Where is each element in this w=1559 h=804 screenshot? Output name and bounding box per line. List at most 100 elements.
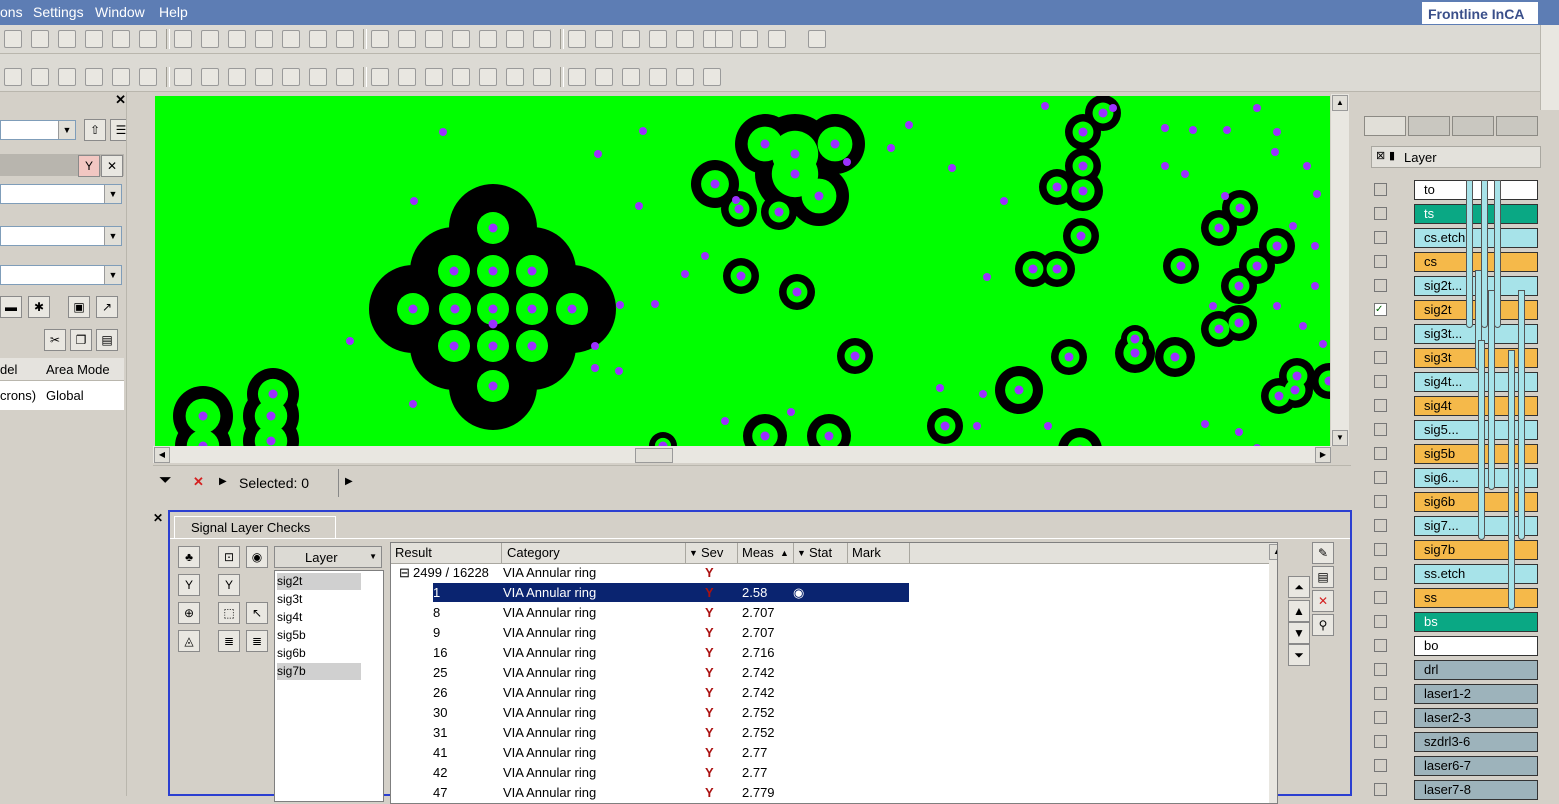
toolbar-tool-icon[interactable] — [112, 68, 130, 86]
toolbar-tool-icon[interactable] — [336, 30, 354, 48]
toolbar-tool-icon[interactable] — [479, 68, 497, 86]
pointer-icon[interactable]: ↖ — [246, 602, 268, 624]
tab-layers[interactable] — [1364, 116, 1406, 136]
layer-visibility-checkbox[interactable] — [1374, 687, 1387, 700]
canvas-hscrollbar[interactable]: ◀ ▶ — [153, 446, 1331, 463]
toolbar-tool-icon[interactable] — [282, 68, 300, 86]
layer-visibility-checkbox[interactable] — [1374, 279, 1387, 292]
filter-tool-icon[interactable]: Y — [178, 574, 200, 596]
toolbar-tool-icon[interactable] — [371, 30, 389, 48]
toolbar-tool-icon[interactable] — [31, 68, 49, 86]
table-row[interactable]: 16 VIA Annular ring Y 2.716 — [391, 643, 1277, 663]
menu-settings[interactable]: Settings — [33, 4, 84, 20]
table-row[interactable]: 42 VIA Annular ring Y 2.77 — [391, 763, 1277, 783]
toolbar-tool-icon[interactable] — [255, 30, 273, 48]
table-row[interactable]: 1 VIA Annular ring Y 2.58 ◉ — [391, 583, 1277, 603]
layer-visibility-checkbox[interactable] — [1374, 591, 1387, 604]
layer-visibility-checkbox[interactable] — [1374, 327, 1387, 340]
toolbar-tool-icon[interactable] — [479, 30, 497, 48]
paste-icon[interactable]: ▤ — [96, 329, 118, 351]
layer-visibility-checkbox[interactable] — [1374, 423, 1387, 436]
shapes-icon[interactable]: ◬ — [178, 630, 200, 652]
scroll-right-icon[interactable]: ▶ — [1315, 447, 1331, 463]
layer-visibility-checkbox[interactable] — [1374, 759, 1387, 772]
layer-visibility-checkbox[interactable] — [1374, 399, 1387, 412]
pcb-canvas[interactable] — [155, 96, 1330, 446]
toolbar-tool-icon[interactable] — [112, 30, 130, 48]
layer-visibility-checkbox[interactable] — [1374, 783, 1387, 796]
zoom-frame-icon[interactable]: ⊡ — [218, 546, 240, 568]
prev-icon[interactable]: ▲ — [1288, 600, 1310, 622]
tab-display[interactable] — [1452, 116, 1494, 136]
filter-combo[interactable]: ▼ — [0, 120, 76, 140]
menu-window[interactable]: Window — [95, 4, 145, 20]
layer-row[interactable]: laser7-8 — [1414, 780, 1538, 800]
toolbar-tool-icon[interactable] — [139, 30, 157, 48]
layer-visibility-checkbox[interactable] — [1374, 663, 1387, 676]
menu-tools[interactable]: ons — [0, 4, 23, 20]
toolbar-tool-icon[interactable] — [174, 30, 192, 48]
clear-selection-icon[interactable]: ✕ — [193, 474, 204, 490]
toolbar-tool-icon[interactable] — [255, 68, 273, 86]
results-scrollbar[interactable]: ▲ — [1269, 543, 1277, 803]
scroll-down-icon[interactable]: ▼ — [1332, 430, 1348, 446]
layer-row[interactable]: ts — [1414, 204, 1538, 224]
scroll-left-icon[interactable]: ◀ — [154, 447, 170, 463]
splitter[interactable] — [126, 92, 151, 796]
layer-list-item[interactable]: sig6b — [277, 645, 361, 662]
toolbar-tool-icon[interactable] — [228, 30, 246, 48]
layer-list-item[interactable]: sig4t — [277, 609, 361, 626]
layer-list-item[interactable]: sig5b — [277, 627, 361, 644]
sort-icon[interactable]: ▼ — [797, 548, 806, 558]
combo-3[interactable]: ▼ — [0, 265, 122, 285]
toolbar-tool-icon[interactable] — [201, 30, 219, 48]
layer-visibility-checkbox[interactable] — [1374, 711, 1387, 724]
layer-visibility-checkbox[interactable] — [1374, 735, 1387, 748]
table-row[interactable]: 26 VIA Annular ring Y 2.742 — [391, 683, 1277, 703]
toolbar-tool-icon[interactable] — [649, 68, 667, 86]
scroll-up-icon[interactable]: ▲ — [1269, 544, 1277, 560]
layer-visibility-checkbox[interactable] — [1374, 639, 1387, 652]
search-icon[interactable]: ⚲ — [1312, 614, 1334, 636]
toolbar-tool-icon[interactable] — [649, 30, 667, 48]
toolbar-tool-icon[interactable] — [506, 30, 524, 48]
layer-row[interactable]: ss.etch — [1414, 564, 1538, 584]
layer-row[interactable]: bo — [1414, 636, 1538, 656]
menu-help[interactable]: Help — [159, 4, 188, 20]
target-icon[interactable]: ⊕ — [178, 602, 200, 624]
toolbar-tool-icon[interactable] — [568, 30, 586, 48]
export-icon[interactable]: ↗ — [96, 296, 118, 318]
layer-list-item[interactable]: sig3t — [277, 591, 361, 608]
layers-icon[interactable]: ≣ — [218, 630, 240, 652]
toolbar-tool-icon[interactable] — [309, 30, 327, 48]
toolbar-tool-icon[interactable] — [595, 68, 613, 86]
combo-1[interactable]: ▼ — [0, 184, 122, 204]
toolbar-tool-icon[interactable] — [139, 68, 157, 86]
toolbar-tool-icon[interactable] — [85, 30, 103, 48]
toolbar-tool-icon[interactable] — [715, 30, 733, 48]
toolbar-tool-icon[interactable] — [425, 68, 443, 86]
tab-signal-layer-checks[interactable]: Signal Layer Checks — [174, 516, 336, 538]
toolbar-tool-icon[interactable] — [808, 30, 826, 48]
layer-list-item[interactable]: sig7b — [277, 663, 361, 680]
layer-visibility-checkbox[interactable] — [1374, 207, 1387, 220]
save-icon[interactable]: ▣ — [68, 296, 90, 318]
layer-row[interactable]: to — [1414, 180, 1538, 200]
table-row[interactable]: 41 VIA Annular ring Y 2.77 — [391, 743, 1277, 763]
table-row[interactable]: 25 VIA Annular ring Y 2.742 — [391, 663, 1277, 683]
cut-icon[interactable]: ✂ — [44, 329, 66, 351]
layer-visibility-checkbox[interactable] — [1374, 543, 1387, 556]
toolbar-tool-icon[interactable] — [622, 30, 640, 48]
toolbar-tool-icon[interactable] — [4, 30, 22, 48]
close-filter-icon[interactable]: ✕ — [101, 155, 123, 177]
toolbar-tool-icon[interactable] — [58, 68, 76, 86]
table-row[interactable]: 31 VIA Annular ring Y 2.752 — [391, 723, 1277, 743]
toolbar-tool-icon[interactable] — [452, 68, 470, 86]
toolbar-tool-icon[interactable] — [4, 68, 22, 86]
toolbar-tool-icon[interactable] — [398, 30, 416, 48]
table-row[interactable]: 47 VIA Annular ring Y 2.779 — [391, 783, 1277, 803]
toolbar-tool-icon[interactable] — [676, 30, 694, 48]
canvas-vscrollbar[interactable]: ▲ ▼ — [1331, 94, 1349, 446]
close-icon[interactable]: ✕ — [115, 92, 126, 108]
toolbar-tool-icon[interactable] — [425, 30, 443, 48]
